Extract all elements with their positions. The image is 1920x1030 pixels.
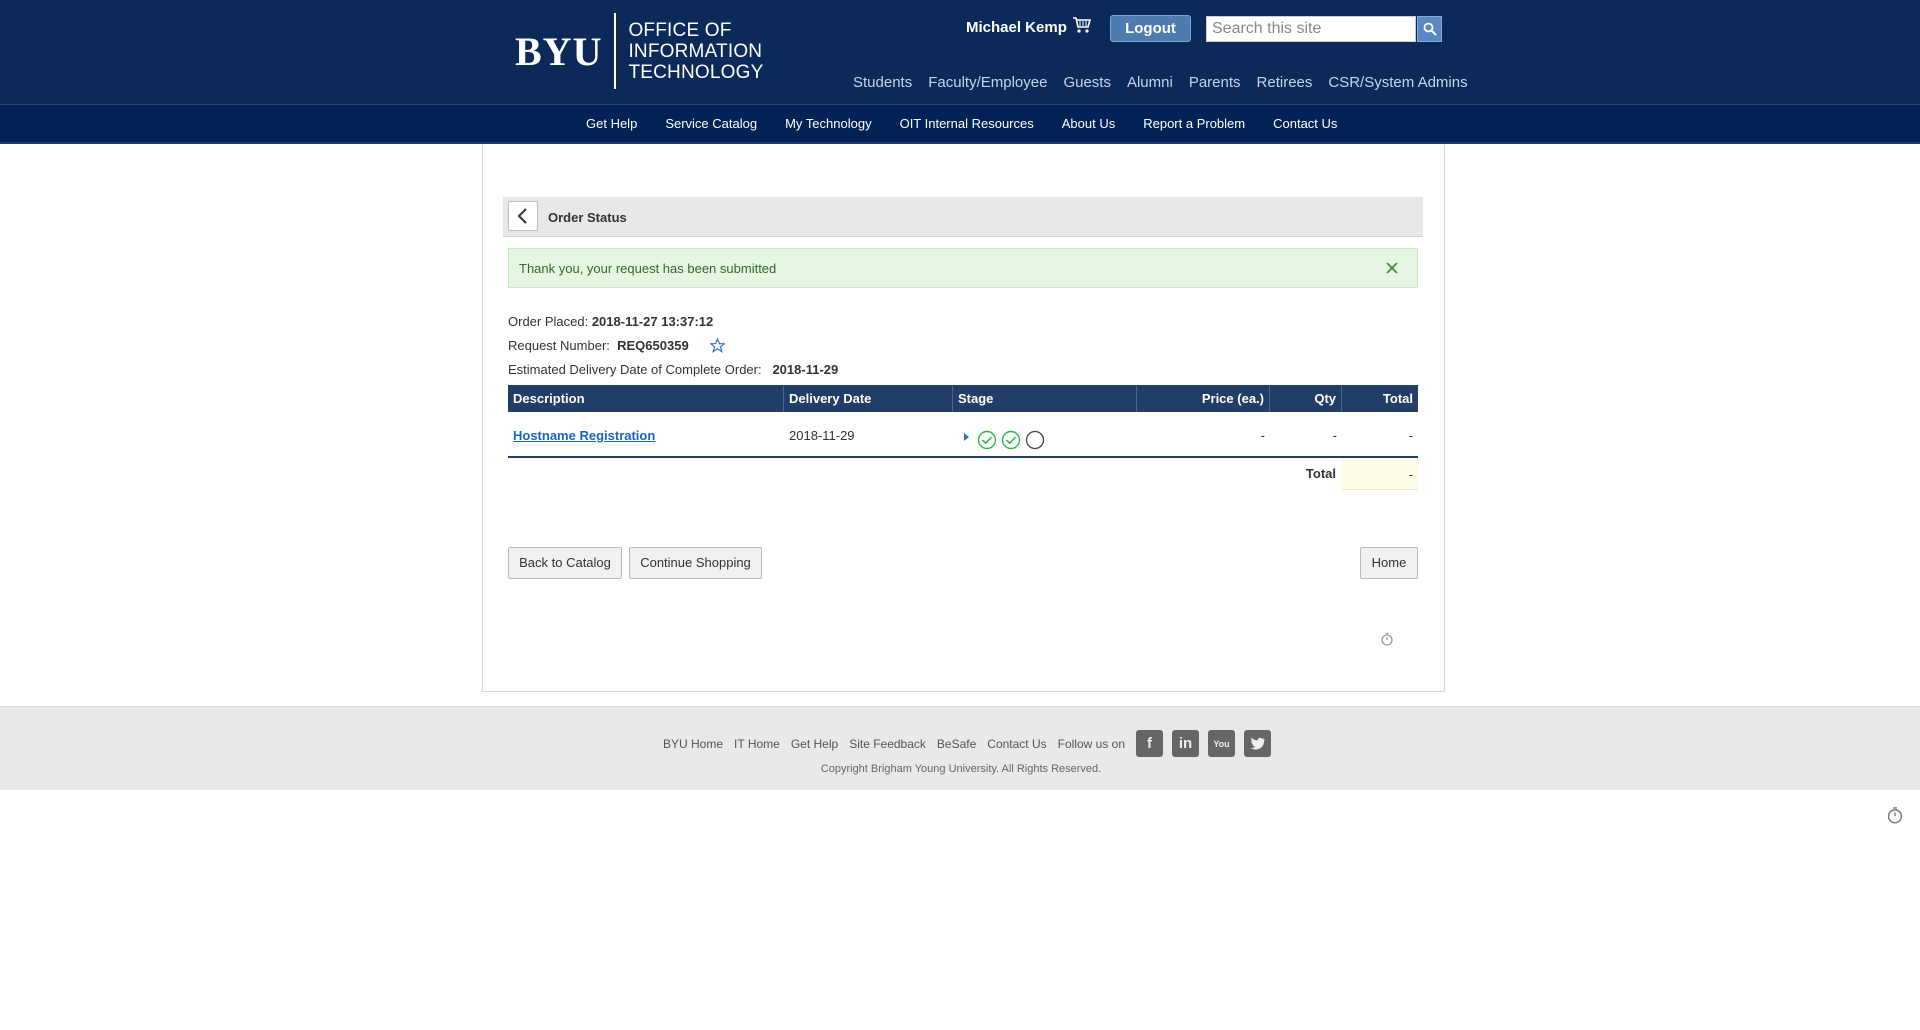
cell-price: - <box>1260 428 1265 443</box>
linkedin-icon[interactable]: in <box>1172 730 1200 757</box>
facebook-icon[interactable]: f <box>1136 730 1164 757</box>
stopwatch-icon[interactable] <box>1886 806 1904 824</box>
site-footer: BYU Home IT Home Get Help Site Feedback … <box>0 706 1920 790</box>
youtube-icon[interactable]: You <box>1208 730 1236 757</box>
cell-stage <box>953 412 1137 456</box>
alert-message: Thank you, your request has been submitt… <box>519 261 777 276</box>
stage-complete-icon <box>1001 430 1021 450</box>
logo-line-2: INFORMATION <box>628 40 763 62</box>
search-icon <box>1423 22 1437 36</box>
cell-total: - <box>1408 428 1413 443</box>
nav-item-report-problem[interactable]: Report a Problem <box>1143 116 1245 131</box>
logout-button[interactable]: Logout <box>1110 15 1191 42</box>
delivery-date-label: Estimated Delivery Date of Complete Orde… <box>508 362 762 377</box>
twitter-bird-icon <box>1250 737 1265 750</box>
nav-item-contact-us[interactable]: Contact Us <box>1273 116 1337 131</box>
audience-link-faculty[interactable]: Faculty/Employee <box>928 74 1047 91</box>
search-input[interactable]: Search this site <box>1206 16 1416 42</box>
footer-links: BYU Home IT Home Get Help Site Feedback … <box>663 730 1280 757</box>
col-description: Description <box>508 385 784 412</box>
order-placed-value: 2018-11-27 13:37:12 <box>591 314 714 329</box>
delivery-date-line: Estimated Delivery Date of Complete Orde… <box>508 362 838 377</box>
cell-qty: - <box>1332 428 1337 443</box>
order-total-row: Total - <box>508 458 1418 490</box>
col-price: Price (ea.) <box>1137 385 1270 412</box>
col-delivery-date: Delivery Date <box>784 385 953 412</box>
site-header: BYU OFFICE OF INFORMATION TECHNOLOGY Mic… <box>0 0 1920 104</box>
table-row: Hostname Registration 2018-11-29 - - - <box>508 412 1418 458</box>
request-number-value: REQ650359 <box>617 338 689 353</box>
table-header: Description Delivery Date Stage Price (e… <box>508 385 1418 412</box>
nav-item-about-us[interactable]: About Us <box>1062 116 1115 131</box>
order-placed-line: Order Placed: 2018-11-27 13:37:12 <box>508 314 713 329</box>
request-number-line: Request Number: REQ650359 <box>508 338 689 353</box>
stage-complete-icon <box>977 430 997 450</box>
copyright-text: Copyright Brigham Young University. All … <box>820 763 1102 775</box>
page-title: Order Status <box>548 210 627 225</box>
back-to-catalog-button[interactable]: Back to Catalog <box>508 547 622 579</box>
follow-us-label: Follow us on <box>1057 736 1126 751</box>
audience-nav: Students Faculty/Employee Guests Alumni … <box>853 74 1484 91</box>
audience-link-guests[interactable]: Guests <box>1063 74 1111 91</box>
close-icon[interactable] <box>1385 261 1399 275</box>
logo-byu-text: BYU <box>515 28 603 74</box>
home-button[interactable]: Home <box>1360 547 1418 579</box>
search-button[interactable] <box>1417 16 1442 42</box>
audience-link-retirees[interactable]: Retirees <box>1257 74 1313 91</box>
total-value: - <box>1342 458 1418 490</box>
audience-link-alumni[interactable]: Alumni <box>1127 74 1173 91</box>
footer-link-site-feedback[interactable]: Site Feedback <box>849 737 926 751</box>
audience-link-csr-admins[interactable]: CSR/System Admins <box>1328 74 1467 91</box>
nav-item-my-technology[interactable]: My Technology <box>785 116 871 131</box>
cell-delivery-date: 2018-11-29 <box>789 428 855 443</box>
nav-item-get-help[interactable]: Get Help <box>586 116 637 131</box>
byu-oit-logo[interactable]: BYU OFFICE OF INFORMATION TECHNOLOGY <box>515 13 763 89</box>
footer-link-byu-home[interactable]: BYU Home <box>663 737 723 751</box>
logo-line-1: OFFICE OF <box>628 19 732 41</box>
nav-item-oit-internal[interactable]: OIT Internal Resources <box>900 116 1034 131</box>
chevron-left-icon <box>517 208 527 224</box>
logo-department-text: OFFICE OF INFORMATION TECHNOLOGY <box>628 20 763 83</box>
audience-link-parents[interactable]: Parents <box>1189 74 1241 91</box>
col-stage: Stage <box>953 385 1137 412</box>
request-number-label: Request Number: <box>508 338 610 353</box>
success-alert: Thank you, your request has been submitt… <box>508 248 1418 288</box>
user-name[interactable]: Michael Kemp <box>966 19 1067 36</box>
nav-item-service-catalog[interactable]: Service Catalog <box>665 116 757 131</box>
audience-link-students[interactable]: Students <box>853 74 912 91</box>
star-icon[interactable] <box>710 338 725 353</box>
order-status-header <box>503 197 1423 237</box>
footer-link-besafe[interactable]: BeSafe <box>937 737 976 751</box>
logo-line-3: TECHNOLOGY <box>628 61 764 83</box>
col-total: Total <box>1382 391 1413 406</box>
footer-link-it-home[interactable]: IT Home <box>734 737 780 751</box>
cart-icon[interactable] <box>1072 16 1092 34</box>
main-nav: Get Help Service Catalog My Technology O… <box>0 104 1920 144</box>
delivery-date-value: 2018-11-29 <box>772 362 839 377</box>
item-link-hostname-registration[interactable]: Hostname Registration <box>513 428 655 443</box>
stopwatch-icon[interactable] <box>1380 632 1394 646</box>
footer-link-contact-us[interactable]: Contact Us <box>987 737 1046 751</box>
order-placed-label: Order Placed: <box>508 314 589 329</box>
expand-arrow-icon[interactable] <box>964 433 969 441</box>
col-qty: Qty <box>1270 385 1342 412</box>
continue-shopping-button[interactable]: Continue Shopping <box>629 547 762 579</box>
twitter-icon[interactable] <box>1244 730 1272 757</box>
back-button[interactable] <box>508 201 538 231</box>
cell-description: Hostname Registration <box>508 412 784 456</box>
footer-link-get-help[interactable]: Get Help <box>791 737 838 751</box>
stage-pending-icon <box>1025 430 1045 450</box>
logo-divider <box>614 13 617 89</box>
order-table: Description Delivery Date Stage Price (e… <box>508 385 1418 458</box>
total-label: Total <box>1305 466 1336 481</box>
